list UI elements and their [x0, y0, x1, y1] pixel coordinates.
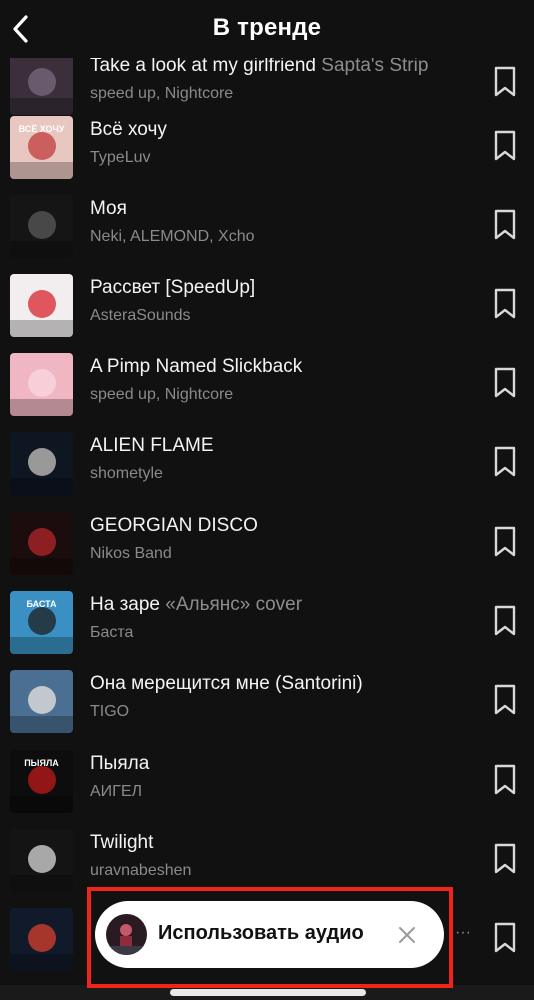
track-title-text: Take a look at my girlfriend: [90, 55, 316, 76]
cover-text: БАСТА: [26, 599, 57, 609]
cover-text: ПЫЯЛА: [24, 758, 59, 768]
track-row[interactable]: Моя Neki, ALEMOND, Xcho: [0, 195, 534, 275]
track-title-text: A Pimp Named Slickback: [90, 356, 303, 377]
save-track-button[interactable]: [490, 444, 520, 480]
save-track-button[interactable]: [490, 603, 520, 639]
track-title: Twilight: [90, 832, 480, 854]
track-artist: shometyle: [90, 465, 163, 482]
track-artist: АИГЕЛ: [90, 783, 143, 800]
track-row[interactable]: ALIEN FLAME shometyle: [0, 432, 534, 512]
save-track-button[interactable]: [490, 682, 520, 718]
track-artist: Nikos Band: [90, 545, 172, 562]
track-artist: TIGO: [90, 703, 130, 720]
bookmark-icon: [494, 367, 516, 398]
track-artist: TypeLuv: [90, 149, 151, 166]
track-title: Рассвет [SpeedUp]: [90, 277, 480, 299]
track-title: Моя: [90, 198, 480, 220]
track-title-text: Всё хочу: [90, 119, 167, 140]
audio-thumbnail: [106, 914, 147, 955]
track-row[interactable]: ПЫЯЛА Пыяла АИГЕЛ: [0, 750, 534, 830]
track-artist: Баста: [90, 624, 134, 641]
save-track-button[interactable]: [490, 286, 520, 322]
track-title: ALIEN FLAME: [90, 435, 480, 457]
track-artist: speed up, Nightcore: [90, 85, 234, 102]
close-icon: [399, 927, 415, 943]
track-row[interactable]: GEORGIAN DISCO Nikos Band: [0, 512, 534, 592]
track-title-note: «Альянс» cover: [159, 594, 303, 615]
track-row[interactable]: Twilight uravnabeshen: [0, 829, 534, 909]
save-track-button[interactable]: [490, 841, 520, 877]
track-title: Take a look at my girlfriend Sapta's Str…: [90, 55, 480, 77]
track-title: Всё хочу: [90, 119, 480, 141]
track-cover: [10, 432, 73, 495]
page-title: В тренде: [212, 14, 322, 41]
bookmark-icon: [494, 66, 516, 97]
track-title-text: На заре: [90, 594, 160, 615]
track-title: Она мерещится мне (Santorini): [90, 673, 480, 695]
use-audio-button[interactable]: Использовать аудио: [95, 901, 444, 968]
bookmark-icon: [494, 288, 516, 319]
track-title-text: Она мерещится мне (Santorini): [90, 673, 363, 694]
track-title-text: ALIEN FLAME: [90, 435, 214, 456]
cover-text: ВСЁ ХОЧУ: [18, 124, 65, 134]
save-track-button[interactable]: [490, 365, 520, 401]
track-artist: speed up, Nightcore: [90, 386, 234, 403]
track-title: A Pimp Named Slickback: [90, 356, 480, 378]
bookmark-icon: [494, 130, 516, 161]
track-title-note: Sapta's Strip: [316, 55, 429, 76]
bookmark-icon: [494, 209, 516, 240]
save-track-button[interactable]: [490, 762, 520, 798]
home-indicator[interactable]: [170, 989, 366, 996]
track-artist: Neki, ALEMOND, Xcho: [90, 228, 255, 245]
header: В тренде: [0, 0, 534, 58]
save-track-button[interactable]: [490, 128, 520, 164]
track-row[interactable]: БАСТА На заре «Альянс» cover Баста: [0, 591, 534, 671]
track-title-text: GEORGIAN DISCO: [90, 515, 258, 536]
track-cover: [10, 195, 73, 258]
track-title-text: Рассвет [SpeedUp]: [90, 277, 256, 298]
bookmark-icon: [494, 605, 516, 636]
track-title-text: Моя: [90, 198, 127, 219]
track-row[interactable]: Она мерещится мне (Santorini) TIGO: [0, 670, 534, 750]
track-cover: [10, 512, 73, 575]
save-track-button[interactable]: [490, 207, 520, 243]
track-cover: [10, 353, 73, 416]
bookmark-icon: [494, 764, 516, 795]
track-cover: [10, 908, 73, 971]
track-cover: [10, 52, 73, 115]
track-cover: [10, 670, 73, 733]
use-audio-label: Использовать аудио: [158, 922, 364, 944]
track-title: Пыяла: [90, 753, 480, 775]
bookmark-icon: [494, 446, 516, 477]
track-title-text: Пыяла: [90, 753, 150, 774]
save-track-button[interactable]: [490, 920, 520, 956]
track-title-text: Twilight: [90, 832, 154, 853]
bookmark-icon: [494, 922, 516, 953]
track-row[interactable]: Рассвет [SpeedUp] AsteraSounds: [0, 274, 534, 354]
track-artist: uravnabeshen: [90, 862, 192, 879]
save-track-button[interactable]: [490, 524, 520, 560]
bookmark-icon: [494, 843, 516, 874]
bookmark-icon: [494, 684, 516, 715]
track-title: GEORGIAN DISCO: [90, 515, 480, 537]
track-row[interactable]: ВСЁ ХОЧУ Всё хочу TypeLuv: [0, 116, 534, 196]
track-cover: [10, 829, 73, 892]
track-cover: ВСЁ ХОЧУ: [10, 116, 73, 179]
track-cover: [10, 274, 73, 337]
track-title: На заре «Альянс» cover: [90, 594, 480, 616]
save-track-button[interactable]: [490, 64, 520, 100]
track-row[interactable]: A Pimp Named Slickback speed up, Nightcor…: [0, 353, 534, 433]
dismiss-button[interactable]: [395, 923, 419, 947]
track-cover: БАСТА: [10, 591, 73, 654]
track-cover: ПЫЯЛА: [10, 750, 73, 813]
track-artist: AsteraSounds: [90, 307, 191, 324]
trending-audio-screen: Take a look at my girlfriend Sapta's Str…: [0, 0, 534, 1000]
bookmark-icon: [494, 526, 516, 557]
more-dots: ···: [455, 924, 471, 941]
